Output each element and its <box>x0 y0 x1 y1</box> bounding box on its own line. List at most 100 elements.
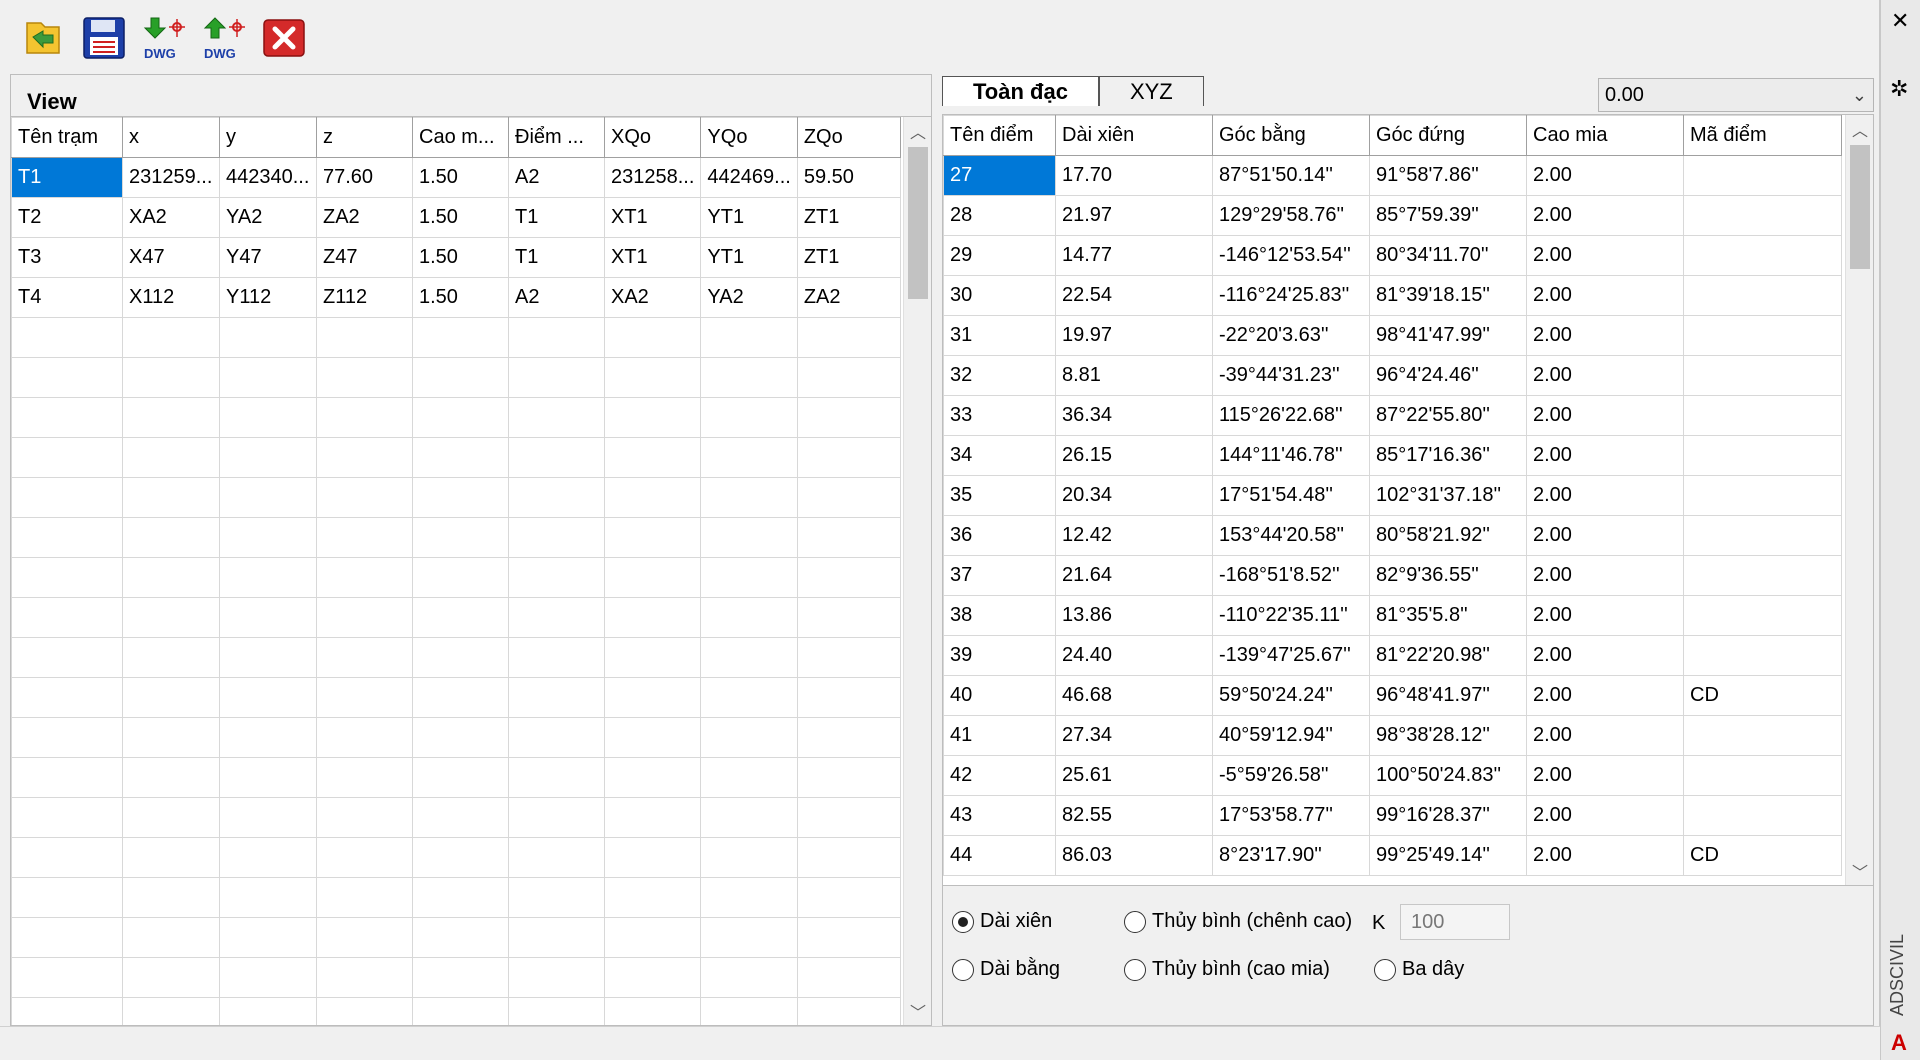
table-cell[interactable] <box>122 837 220 878</box>
table-cell[interactable]: -139°47'25.67'' <box>1212 635 1370 676</box>
table-cell[interactable]: 17°51'54.48'' <box>1212 475 1370 516</box>
table-cell[interactable]: 82.55 <box>1055 795 1213 836</box>
close-icon[interactable]: ✕ <box>1891 8 1909 34</box>
value-combo[interactable]: 0.00 ⌄ <box>1598 78 1874 112</box>
column-header[interactable]: Cao mia <box>1526 115 1684 156</box>
table-cell[interactable] <box>122 637 220 678</box>
table-cell[interactable]: 231258... <box>603 157 702 198</box>
table-cell[interactable] <box>316 557 413 598</box>
column-header[interactable]: ZQo <box>796 117 901 158</box>
column-header[interactable]: Điểm ... <box>508 117 605 158</box>
table-cell[interactable] <box>508 957 605 998</box>
table-cell[interactable] <box>508 637 605 678</box>
table-cell[interactable] <box>219 597 317 638</box>
table-cell[interactable]: Z47 <box>316 237 413 278</box>
table-cell[interactable]: XT1 <box>603 237 702 278</box>
table-cell[interactable] <box>700 957 798 998</box>
table-cell[interactable]: 80°34'11.70'' <box>1369 235 1527 276</box>
table-row[interactable]: 37 21.64 -168°51'8.52'' 82°9'36.55'' 2.00 <box>943 555 1842 596</box>
table-cell[interactable] <box>219 517 317 558</box>
table-cell[interactable] <box>508 797 605 838</box>
radio-circle[interactable] <box>952 910 974 933</box>
table-cell[interactable] <box>316 717 413 758</box>
table-cell[interactable] <box>700 917 798 958</box>
table-cell[interactable]: 144°11'46.78'' <box>1212 435 1370 476</box>
table-cell[interactable]: 86.03 <box>1055 835 1213 876</box>
table-cell[interactable]: ZT1 <box>796 237 901 278</box>
points-grid[interactable]: Tên điểm Dài xiên Góc bằng Góc đứng Cao mia M… <box>943 115 1873 885</box>
table-cell[interactable] <box>412 437 509 478</box>
table-cell[interactable] <box>700 797 798 838</box>
table-cell[interactable]: YT1 <box>700 197 798 238</box>
table-cell[interactable] <box>700 837 798 878</box>
table-cell[interactable] <box>508 317 605 358</box>
table-cell[interactable] <box>11 757 123 798</box>
table-cell[interactable] <box>316 637 413 678</box>
table-cell[interactable] <box>122 757 220 798</box>
table-cell[interactable] <box>700 437 798 478</box>
table-cell[interactable] <box>603 837 702 878</box>
table-cell[interactable] <box>1683 155 1842 196</box>
table-cell[interactable] <box>1683 315 1842 356</box>
table-row[interactable]: 27 17.70 87°51'50.14'' 91°58'7.86'' 2.00 <box>943 155 1842 196</box>
table-cell[interactable]: 24.40 <box>1055 635 1213 676</box>
table-cell[interactable]: 442340... <box>219 157 317 198</box>
table-cell[interactable] <box>508 397 605 438</box>
column-header[interactable]: y <box>219 117 317 158</box>
table-cell[interactable] <box>412 757 509 798</box>
table-cell[interactable] <box>603 477 702 518</box>
table-cell[interactable]: 87°22'55.80'' <box>1369 395 1527 436</box>
table-cell[interactable] <box>796 837 901 878</box>
table-cell[interactable] <box>700 877 798 918</box>
table-cell[interactable]: X47 <box>122 237 220 278</box>
table-cell[interactable]: X112 <box>122 277 220 318</box>
table-cell[interactable] <box>603 917 702 958</box>
table-cell[interactable]: T2 <box>11 197 123 238</box>
table-cell[interactable]: 27 <box>943 155 1056 196</box>
table-cell[interactable] <box>700 357 798 398</box>
table-cell[interactable]: 12.42 <box>1055 515 1213 556</box>
table-cell[interactable]: 2.00 <box>1526 595 1684 636</box>
table-cell[interactable]: 231259... <box>122 157 220 198</box>
table-cell[interactable] <box>219 717 317 758</box>
table-cell[interactable] <box>219 917 317 958</box>
table-cell[interactable] <box>796 317 901 358</box>
table-cell[interactable] <box>11 837 123 878</box>
column-header[interactable]: Góc đứng <box>1369 115 1527 156</box>
table-cell[interactable]: 26.15 <box>1055 435 1213 476</box>
table-cell[interactable]: 81°39'18.15'' <box>1369 275 1527 316</box>
save-button[interactable] <box>80 14 128 62</box>
table-row[interactable]: 29 14.77 -146°12'53.54'' 80°34'11.70'' 2.00 <box>943 235 1842 276</box>
table-cell[interactable] <box>11 717 123 758</box>
empty-row[interactable] <box>11 717 901 758</box>
table-cell[interactable] <box>11 597 123 638</box>
table-cell[interactable] <box>603 637 702 678</box>
table-cell[interactable] <box>603 757 702 798</box>
table-cell[interactable]: 13.86 <box>1055 595 1213 636</box>
table-cell[interactable] <box>603 317 702 358</box>
table-cell[interactable]: 20.34 <box>1055 475 1213 516</box>
table-cell[interactable] <box>122 997 220 1025</box>
table-cell[interactable] <box>11 637 123 678</box>
empty-row[interactable] <box>11 517 901 558</box>
table-cell[interactable]: 46.68 <box>1055 675 1213 716</box>
table-cell[interactable]: 25.61 <box>1055 755 1213 796</box>
column-header[interactable]: Dài xiên <box>1055 115 1213 156</box>
radio-ba-day[interactable]: Ba dây <box>1374 958 1464 981</box>
table-cell[interactable]: 35 <box>943 475 1056 516</box>
table-cell[interactable]: 2.00 <box>1526 515 1684 556</box>
table-cell[interactable]: 2.00 <box>1526 435 1684 476</box>
table-cell[interactable]: YA2 <box>700 277 798 318</box>
table-cell[interactable] <box>1683 275 1842 316</box>
empty-row[interactable] <box>11 957 901 998</box>
empty-row[interactable] <box>11 637 901 678</box>
table-cell[interactable] <box>796 437 901 478</box>
table-cell[interactable]: 2.00 <box>1526 475 1684 516</box>
table-cell[interactable]: 129°29'58.76'' <box>1212 195 1370 236</box>
table-cell[interactable]: 1.50 <box>412 197 509 238</box>
table-cell[interactable]: 153°44'20.58'' <box>1212 515 1370 556</box>
table-cell[interactable]: 2.00 <box>1526 795 1684 836</box>
table-cell[interactable] <box>316 357 413 398</box>
empty-row[interactable] <box>11 477 901 518</box>
table-cell[interactable] <box>1683 555 1842 596</box>
